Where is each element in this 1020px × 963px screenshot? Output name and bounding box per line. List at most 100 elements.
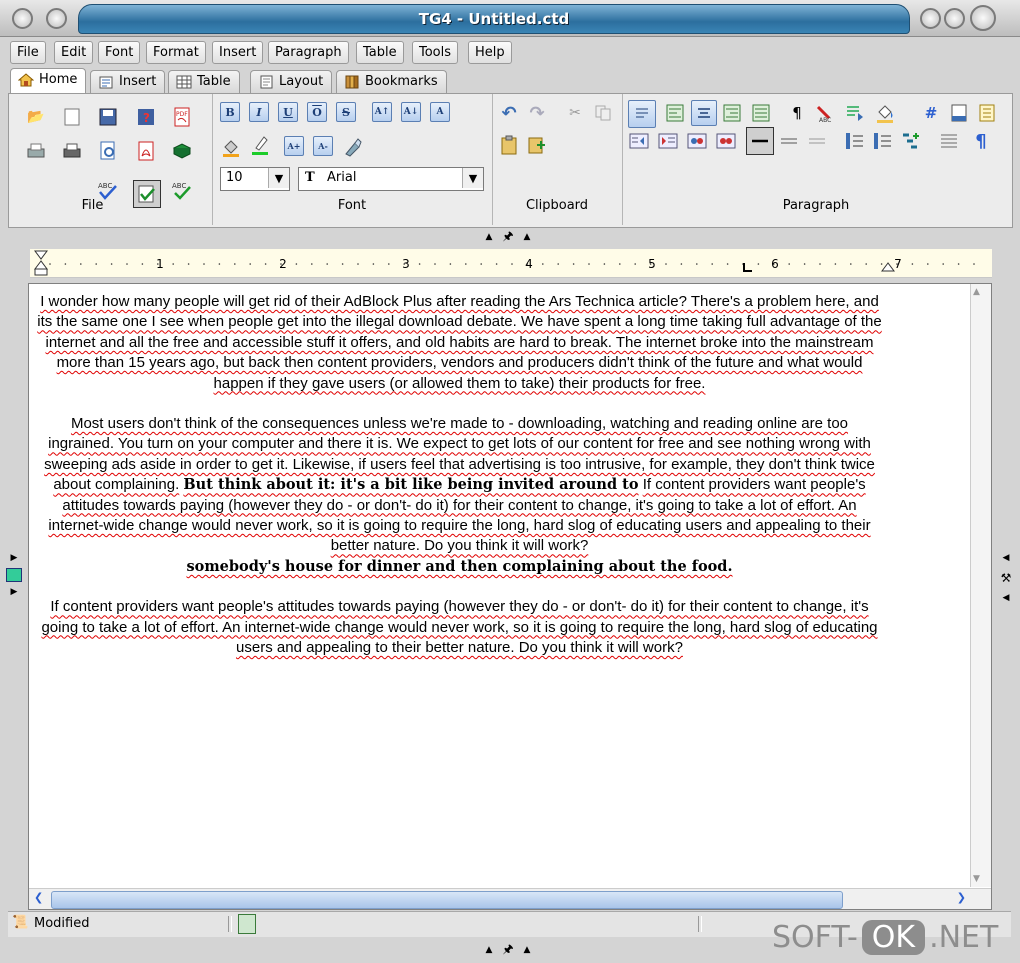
ebook-icon[interactable]	[171, 140, 193, 162]
right-panel-toggle[interactable]: ◀ ⚒ ◀	[998, 548, 1014, 608]
vertical-scrollbar[interactable]: ▲ ▼	[970, 284, 991, 887]
arrow-up-icon[interactable]: ▲	[486, 232, 493, 242]
paragraph-3[interactable]: If content providers want people's attit…	[37, 597, 882, 658]
paragraph-2[interactable]: Most users don't think of the consequenc…	[37, 414, 882, 577]
undo-icon[interactable]: ↶	[498, 102, 520, 124]
tab-table[interactable]: Table	[168, 70, 240, 93]
menu-table[interactable]: Table	[356, 41, 404, 64]
border-icon[interactable]	[715, 130, 737, 152]
tab-insert[interactable]: Insert	[90, 70, 166, 93]
scroll-right-icon[interactable]: ❯	[957, 891, 966, 904]
tab-layout[interactable]: Layout	[250, 70, 333, 93]
spell-language-icon[interactable]: ABC	[814, 102, 836, 124]
menu-help[interactable]: Help	[468, 41, 512, 64]
scroll-down-icon[interactable]: ▼	[973, 874, 980, 884]
ribbon-collapse[interactable]: ▲ 🖈 ▲	[478, 229, 538, 245]
underline-button[interactable]: U	[278, 102, 298, 122]
bullet-list-icon[interactable]	[844, 130, 866, 152]
align-center-button[interactable]	[691, 100, 717, 126]
outline-list-icon[interactable]	[900, 130, 922, 152]
picture-icon[interactable]	[6, 568, 22, 582]
title-bar[interactable]: TG4 - Untitled.ctd	[0, 0, 1020, 37]
menu-edit[interactable]: Edit	[54, 41, 94, 64]
cut-icon[interactable]: ✂	[564, 102, 586, 124]
tools-icon[interactable]: ⚒	[998, 568, 1014, 588]
document-area[interactable]: I wonder how many people will get rid of…	[28, 283, 992, 910]
scroll-up-icon[interactable]: ▲	[973, 287, 980, 297]
clear-format-icon[interactable]	[342, 136, 364, 158]
document-page[interactable]: I wonder how many people will get rid of…	[37, 292, 882, 679]
subscript-button[interactable]: A↓	[401, 102, 421, 122]
menu-font[interactable]: Font	[98, 41, 141, 64]
line-double-icon[interactable]	[778, 130, 800, 152]
superscript-button[interactable]: A↑	[372, 102, 392, 122]
acrobat-icon[interactable]	[135, 140, 157, 162]
overline-button[interactable]: O	[307, 102, 327, 122]
save-icon[interactable]	[97, 106, 119, 128]
tab-home[interactable]: Home	[10, 68, 87, 95]
menu-paragraph[interactable]: Paragraph	[268, 41, 349, 64]
header-footer-icon[interactable]	[948, 102, 970, 124]
arrow-left-icon[interactable]: ◀	[998, 588, 1014, 608]
arrow-left-icon[interactable]: ▶	[6, 548, 22, 568]
menu-tools[interactable]: Tools	[412, 41, 459, 64]
font-name-select[interactable]: T Arial ▼	[298, 167, 484, 191]
line-thin-icon[interactable]	[806, 130, 828, 152]
indent-decrease-icon[interactable]	[628, 130, 650, 152]
print-icon[interactable]	[61, 140, 83, 162]
fill-color-icon[interactable]	[874, 102, 896, 124]
open-icon[interactable]: 📂	[25, 106, 47, 128]
horizontal-scrollbar[interactable]: ❮ ❯	[29, 888, 991, 909]
align-left-icon[interactable]	[664, 102, 686, 124]
shrink-font-button[interactable]: A-	[313, 136, 333, 156]
print-preview-icon[interactable]	[97, 140, 119, 162]
page-layout-icon[interactable]	[976, 102, 998, 124]
scroll-left-icon[interactable]: ❮	[34, 891, 43, 904]
paragraph-style-button[interactable]	[628, 100, 656, 128]
paragraph-format-icon[interactable]	[844, 102, 866, 124]
minimize-icon[interactable]	[920, 8, 941, 29]
strikethrough-button[interactable]: S	[336, 102, 356, 122]
new-document-icon[interactable]	[61, 106, 83, 128]
bold-button[interactable]: B	[220, 102, 240, 122]
arrow-left-icon[interactable]: ◀	[998, 548, 1014, 568]
highlight-color-icon[interactable]	[249, 134, 271, 156]
grow-font-button[interactable]: A+	[284, 136, 304, 156]
redo-icon[interactable]: ↷	[526, 102, 548, 124]
arrow-right-icon[interactable]: ▶	[6, 582, 22, 602]
pin-icon[interactable]: 🖈	[502, 940, 513, 961]
ruler[interactable]: 1 2 3 4 5 6 7	[30, 249, 992, 278]
menu-file[interactable]: File	[10, 41, 46, 64]
menu-insert[interactable]: Insert	[212, 41, 264, 64]
left-panel-toggle[interactable]: ▶ ▶	[6, 548, 22, 608]
bottom-panel-toggle[interactable]: ▲ 🖈 ▲	[478, 942, 538, 958]
show-formatting-icon[interactable]: ¶	[970, 130, 992, 152]
maximize-icon[interactable]	[944, 8, 965, 29]
line-single-button[interactable]	[746, 127, 774, 155]
help-doc-icon[interactable]: ?	[135, 106, 157, 128]
close-icon[interactable]	[970, 5, 996, 31]
paste-special-icon[interactable]	[526, 134, 548, 156]
chevron-down-icon[interactable]: ▼	[462, 168, 483, 188]
pilcrow-box-icon[interactable]: ¶	[786, 102, 808, 124]
numbered-list-icon[interactable]	[872, 130, 894, 152]
copy-icon[interactable]	[592, 102, 614, 124]
font-dialog-button[interactable]: A	[430, 102, 450, 122]
justify-icon[interactable]	[750, 102, 772, 124]
pdf-export-icon[interactable]: PDF	[171, 106, 193, 128]
spacing-icon[interactable]	[686, 130, 708, 152]
arrow-up-icon[interactable]: ▲	[524, 945, 531, 955]
italic-button[interactable]: I	[249, 102, 269, 122]
view-mode-icon[interactable]	[238, 914, 256, 934]
pin-icon[interactable]: 🖈	[502, 227, 513, 248]
chevron-down-icon[interactable]: ▼	[268, 168, 289, 188]
tab-bookmarks[interactable]: Bookmarks	[336, 70, 447, 93]
arrow-up-icon[interactable]: ▲	[486, 945, 493, 955]
font-size-select[interactable]: 10 ▼	[220, 167, 290, 191]
numbering-hash-icon[interactable]: #	[920, 102, 942, 124]
paste-icon[interactable]	[498, 134, 520, 156]
arrow-up-icon[interactable]: ▲	[524, 232, 531, 242]
align-right-icon[interactable]	[721, 102, 743, 124]
window-shade-icon[interactable]	[46, 8, 67, 29]
text-background-color-icon[interactable]	[220, 136, 242, 158]
